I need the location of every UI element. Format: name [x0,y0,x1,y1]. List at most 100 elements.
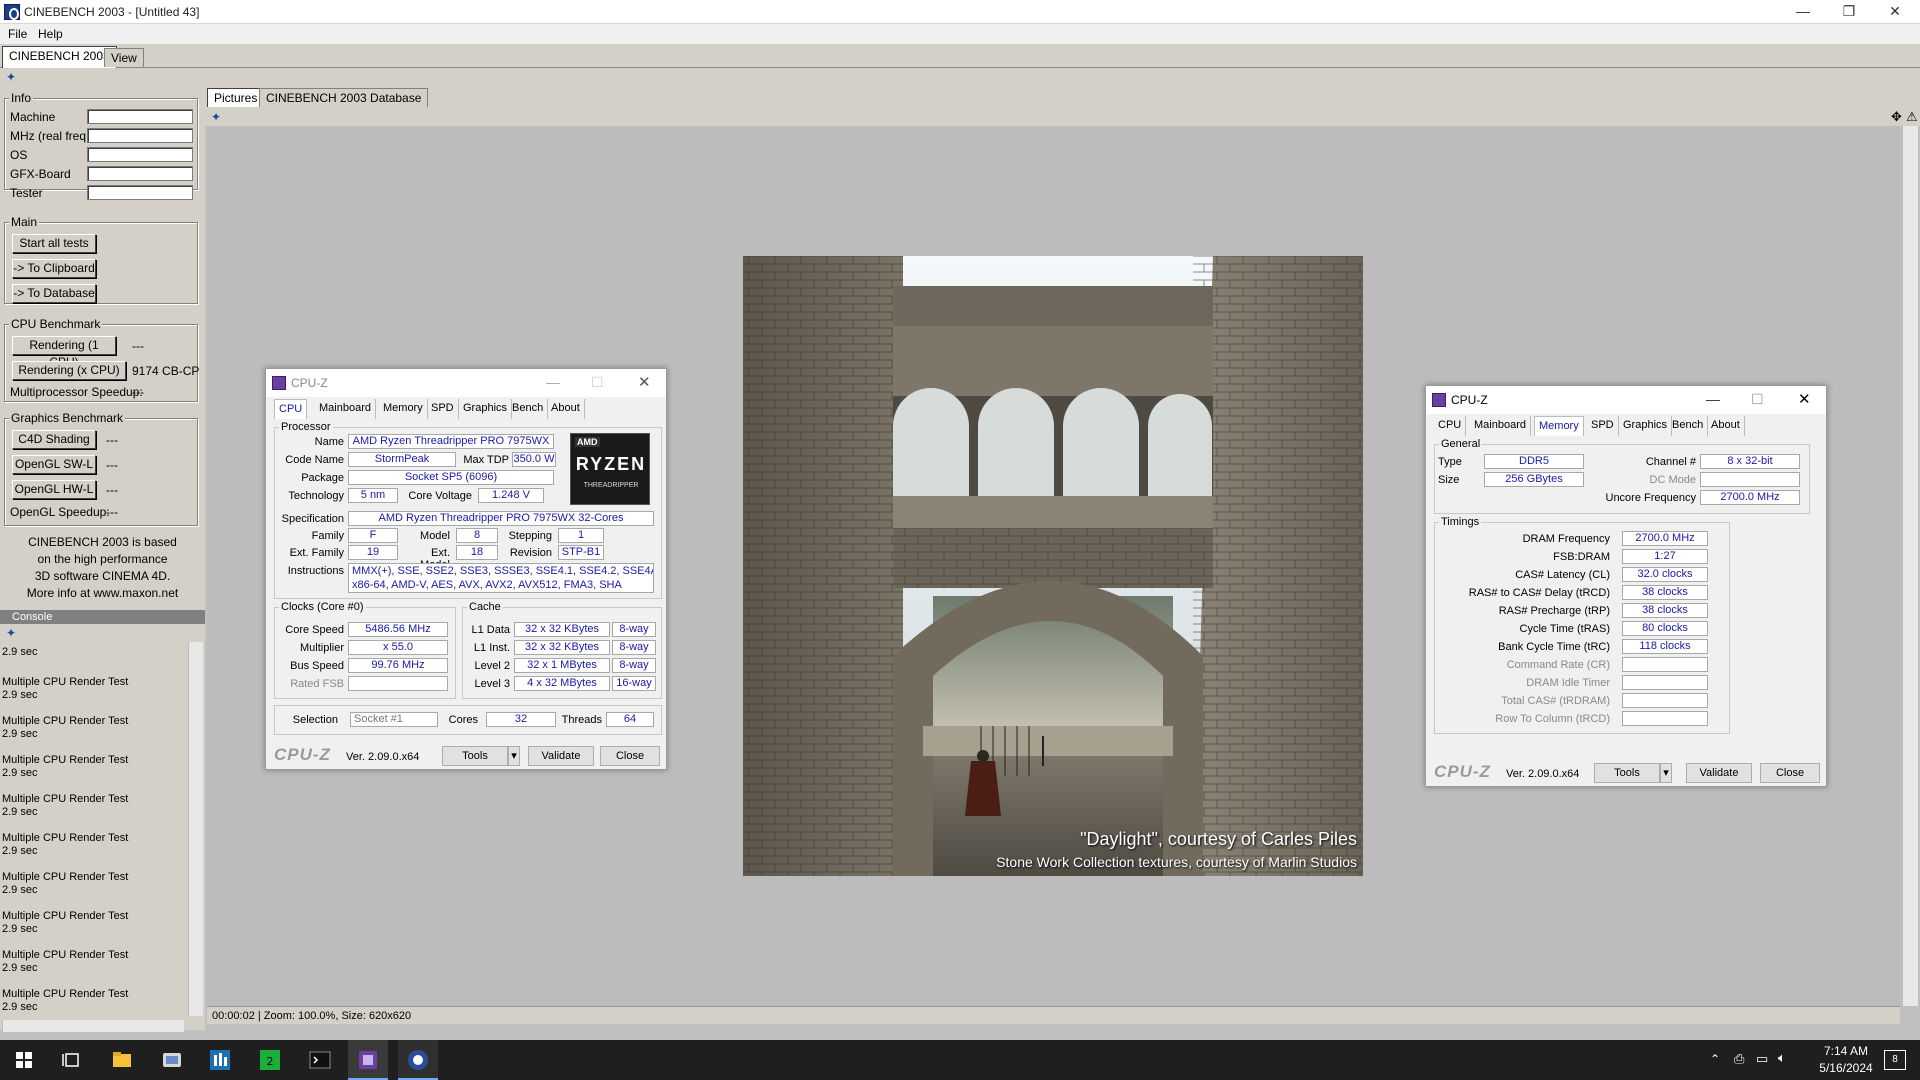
close-cpuz-button[interactable]: Close [600,746,660,766]
move-icon[interactable]: ✥ [1891,109,1902,125]
tools-button[interactable]: Tools [442,746,508,766]
close-button[interactable]: ✕ [1872,0,1918,24]
cpuz-memory-minimize[interactable]: — [1706,391,1720,407]
cpuz-memory-window: CPU-Z — ☐ ✕ CPU Mainboard Memory SPD Gra… [1425,385,1827,787]
warning-icon[interactable]: ⚠ [1906,109,1918,125]
rendering-xcpu-button[interactable]: Rendering (x CPU) [12,361,126,380]
task-view-icon[interactable] [58,1046,86,1074]
tab-view[interactable]: View [104,48,144,67]
channel-value: 8 x 32-bit [1700,454,1800,469]
windows-start-icon[interactable] [10,1046,38,1074]
socket-select[interactable]: Socket #1 [350,712,438,727]
c4d-shading-button[interactable]: C4D Shading [12,430,96,449]
instructions-label: Instructions [287,565,344,577]
monitor-icon[interactable]: ▭ [1756,1051,1768,1067]
to-clipboard-button[interactable]: -> To Clipboard [12,259,96,278]
equalizer-app-icon[interactable] [206,1046,234,1074]
bus-speed-label: Bus Speed [290,660,344,672]
terminal-icon[interactable] [306,1046,334,1074]
core-voltage-value: 1.248 V [478,488,544,503]
validate-button[interactable]: Validate [1686,763,1752,783]
gfx-board-field[interactable] [87,166,193,181]
to-database-button[interactable]: -> To Database [12,284,96,303]
tools-button[interactable]: Tools [1594,763,1660,783]
tester-field[interactable] [87,185,193,200]
tab-bench[interactable]: Bench [508,399,549,419]
tab-cpu[interactable]: CPU [1434,416,1467,436]
tab-spd[interactable]: SPD [1587,416,1619,436]
viewer-vscrollbar[interactable] [1902,126,1918,1006]
cores-value: 32 [486,712,556,727]
timing-label: Total CAS# (tRDRAM) [1501,695,1610,707]
cpuz-memory-close-x[interactable]: ✕ [1798,390,1811,408]
start-all-tests-button[interactable]: Start all tests [12,234,96,253]
viewer-pin-icon[interactable]: ✦ [211,111,223,123]
taskbar-date[interactable]: 5/16/2024 [1808,1061,1884,1075]
list-item: Multiple CPU Render Test 2.9 sec [2,676,129,701]
minimize-button[interactable]: — [1780,0,1826,24]
cpuz-cpu-minimize[interactable]: — [546,374,560,390]
opengl-sw-value: --- [106,458,118,472]
tab-about[interactable]: About [547,399,585,419]
tab-spd[interactable]: SPD [427,399,459,419]
cpuz-memory-maximize[interactable]: ☐ [1751,391,1764,408]
volume-icon[interactable]: 🔈︎ [1778,1050,1786,1066]
cpuz-taskbar-button[interactable] [348,1040,388,1080]
tab-database[interactable]: CINEBENCH 2003 Database [259,88,429,107]
opengl-hw-button[interactable]: OpenGL HW-L [12,480,96,499]
notifications-icon[interactable]: 8 [1884,1050,1906,1070]
network-icon[interactable]: ⎙ [1734,1051,1744,1067]
taskbar-time[interactable]: 7:14 AM [1808,1044,1884,1058]
menu-help[interactable]: Help [38,27,63,41]
menu-bar: File Help [0,24,1920,44]
app-icon-2[interactable] [158,1046,186,1074]
console-hscrollbar[interactable] [2,1020,184,1032]
timing-label: DRAM Frequency [1522,533,1610,545]
close-cpuz-button[interactable]: Close [1760,763,1820,783]
tab-mainboard[interactable]: Mainboard [1470,416,1531,436]
tab-pictures[interactable]: Pictures [207,88,265,107]
machine-label: Machine [10,110,56,124]
threads-value: 64 [606,712,654,727]
tab-cpu[interactable]: CPU [274,399,308,419]
timing-value: 32.0 clocks [1622,567,1708,582]
mhz-field[interactable] [87,128,193,143]
opengl-hw-value: --- [106,483,118,497]
cpuz-cpu-maximize[interactable]: ☐ [591,374,604,391]
specification-label: Specification [281,513,344,525]
tools-dropdown-icon[interactable]: ▾ [508,746,520,766]
about-line-4[interactable]: More info at www.maxon.net [0,585,205,602]
pin-icon[interactable]: ✦ [6,71,18,83]
timing-value [1622,693,1708,708]
machine-field[interactable] [87,109,193,124]
tab-bench[interactable]: Bench [1668,416,1709,436]
list-item: Multiple CPU Render Test 2.9 sec [2,871,129,896]
file-explorer-icon[interactable] [108,1046,136,1074]
rendering-1cpu-button[interactable]: Rendering (1 CPU) [12,336,116,369]
tools-dropdown-icon[interactable]: ▾ [1660,763,1672,783]
menu-file[interactable]: File [8,27,27,41]
cinebench-app-icon [4,4,20,20]
tab-graphics[interactable]: Graphics [1619,416,1673,436]
console-scrollbar[interactable] [188,642,203,1016]
tab-graphics[interactable]: Graphics [459,399,513,419]
tab-mainboard[interactable]: Mainboard [315,399,376,419]
cinebench-taskbar-button[interactable] [398,1040,438,1080]
maximize-button[interactable]: ❐ [1826,0,1872,24]
type-value: DDR5 [1484,454,1584,469]
chevron-up-icon[interactable]: ⌃ [1710,1052,1720,1066]
tab-memory[interactable]: Memory [1534,416,1584,436]
opengl-sw-button[interactable]: OpenGL SW-L [12,455,96,474]
validate-button[interactable]: Validate [528,746,594,766]
tab-cinebench[interactable]: CINEBENCH 2003 [2,46,117,68]
rendered-image: "Daylight", courtesy of Carles Piles Sto… [743,256,1363,876]
hwinfo-app-icon[interactable]: 2 [256,1046,284,1074]
os-field[interactable] [87,147,193,162]
tab-about[interactable]: About [1707,416,1745,436]
mhz-label: MHz (real freq.) [10,129,94,143]
daylight-render-illustration [743,256,1363,876]
console-pin-icon[interactable]: ✦ [6,627,18,639]
cpuz-cpu-close-x[interactable]: ✕ [638,373,651,391]
left-panel: Info Machine MHz (real freq.) OS GFX-Boa… [0,86,205,610]
tab-memory[interactable]: Memory [379,399,428,419]
